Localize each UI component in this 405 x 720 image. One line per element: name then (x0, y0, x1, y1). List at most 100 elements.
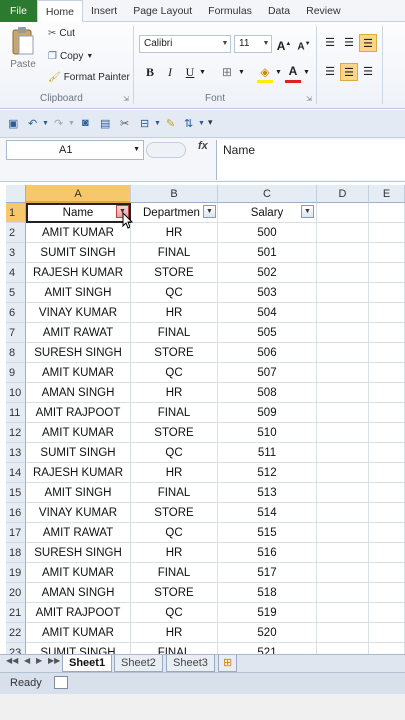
column-header-c[interactable]: C (218, 185, 317, 203)
salary-cell[interactable]: 507 (218, 363, 317, 383)
tab-insert[interactable]: Insert (83, 0, 125, 22)
paste-special-dropdown-icon[interactable]: ▼ (154, 120, 161, 127)
department-cell[interactable]: STORE (131, 263, 218, 283)
font-name-combo[interactable]: Calibri ▼ (139, 35, 231, 53)
name-cell[interactable]: SUMIT SINGH (26, 443, 131, 463)
cell[interactable] (369, 363, 405, 383)
cell[interactable] (369, 623, 405, 643)
cell[interactable] (317, 203, 369, 223)
salary-cell[interactable]: 517 (218, 563, 317, 583)
filter-dropdown-salary[interactable]: ▼ (301, 205, 314, 218)
cell[interactable] (317, 503, 369, 523)
salary-cell[interactable]: 501 (218, 243, 317, 263)
row-header[interactable]: 12 (6, 423, 26, 443)
tab-file[interactable]: File (0, 0, 37, 22)
department-cell[interactable]: FINAL (131, 323, 218, 343)
redo-icon[interactable]: ↷ (54, 117, 63, 130)
name-cell[interactable]: RAJESH KUMAR (26, 263, 131, 283)
row-header[interactable]: 8 (6, 343, 26, 363)
name-cell[interactable]: VINAY KUMAR (26, 503, 131, 523)
salary-cell[interactable]: 511 (218, 443, 317, 463)
align-bottom-button[interactable]: ☰ (359, 34, 377, 52)
cell[interactable] (317, 623, 369, 643)
name-cell[interactable]: AMIT RAJPOOT (26, 603, 131, 623)
department-cell[interactable]: QC (131, 603, 218, 623)
cell[interactable] (369, 563, 405, 583)
name-cell[interactable]: AMIT SINGH (26, 483, 131, 503)
department-cell[interactable]: HR (131, 383, 218, 403)
sheet-tab-sheet2[interactable]: Sheet2 (114, 655, 163, 672)
salary-cell[interactable]: 515 (218, 523, 317, 543)
cell[interactable] (317, 283, 369, 303)
cut-button[interactable]: ✂ Cut (48, 28, 75, 39)
underline-dropdown-icon[interactable]: ▼ (199, 69, 206, 76)
cell[interactable] (369, 523, 405, 543)
font-color-dropdown-icon[interactable]: ▼ (303, 69, 310, 76)
align-middle-button[interactable]: ☰ (340, 34, 358, 52)
department-cell[interactable]: HR (131, 223, 218, 243)
row-header[interactable]: 20 (6, 583, 26, 603)
name-cell[interactable]: AMIT KUMAR (26, 423, 131, 443)
paste-special-icon[interactable]: ⊟ (140, 117, 149, 130)
row-header[interactable]: 9 (6, 363, 26, 383)
name-cell[interactable]: AMIT RAWAT (26, 323, 131, 343)
cell[interactable] (317, 423, 369, 443)
cell[interactable] (317, 483, 369, 503)
camera-icon[interactable]: ◙ (82, 117, 89, 129)
grow-font-button[interactable]: A▲ (275, 35, 293, 53)
cell[interactable] (317, 543, 369, 563)
last-sheet-icon[interactable]: ▶▶ (48, 656, 60, 665)
name-cell[interactable]: VINAY KUMAR (26, 303, 131, 323)
cell[interactable] (369, 443, 405, 463)
cell[interactable] (369, 583, 405, 603)
name-box[interactable]: A1 ▼ (6, 140, 144, 160)
sheet-tab-sheet3[interactable]: Sheet3 (166, 655, 215, 672)
align-top-button[interactable]: ☰ (321, 34, 339, 52)
undo-dropdown-icon[interactable]: ▼ (42, 120, 49, 127)
formula-input[interactable]: Name (216, 140, 405, 180)
formula-bar-resize-handle[interactable] (146, 142, 186, 158)
department-cell[interactable]: FINAL (131, 243, 218, 263)
cell[interactable] (317, 223, 369, 243)
column-header-a[interactable]: A (26, 185, 131, 203)
cell[interactable] (369, 203, 405, 223)
department-cell[interactable]: STORE (131, 343, 218, 363)
row-header[interactable]: 10 (6, 383, 26, 403)
shrink-font-button[interactable]: A▼ (295, 35, 313, 53)
macro-record-icon[interactable] (54, 676, 68, 689)
paste-button[interactable]: Paste (10, 26, 36, 70)
sort-filter-icon[interactable]: ⇅ (184, 117, 193, 130)
salary-cell[interactable]: 500 (218, 223, 317, 243)
department-cell[interactable]: QC (131, 363, 218, 383)
next-sheet-icon[interactable]: ▶ (36, 656, 42, 665)
cell[interactable] (317, 343, 369, 363)
department-cell[interactable]: FINAL (131, 563, 218, 583)
name-cell[interactable]: SUMIT SINGH (26, 243, 131, 263)
clipboard-launcher-icon[interactable]: ⇲ (123, 95, 129, 103)
department-cell[interactable]: HR (131, 303, 218, 323)
align-left-button[interactable]: ☰ (321, 63, 339, 81)
fill-color-button[interactable]: ◈ (256, 63, 274, 81)
copy-button[interactable]: ❐ Copy ▼ (48, 51, 93, 62)
sheet-tab-sheet1[interactable]: Sheet1 (62, 655, 113, 672)
column-header-b[interactable]: B (131, 185, 218, 203)
name-cell[interactable]: AMIT KUMAR (26, 363, 131, 383)
tab-home[interactable]: Home (36, 0, 83, 23)
department-cell[interactable]: STORE (131, 503, 218, 523)
salary-cell[interactable]: 516 (218, 543, 317, 563)
cell[interactable] (317, 583, 369, 603)
cell[interactable] (369, 303, 405, 323)
first-sheet-icon[interactable]: ◀◀ (6, 656, 18, 665)
tab-formulas[interactable]: Formulas (200, 0, 260, 22)
column-header-e[interactable]: E (369, 185, 405, 203)
row-header[interactable]: 6 (6, 303, 26, 323)
cell[interactable] (369, 503, 405, 523)
row-header[interactable]: 7 (6, 323, 26, 343)
salary-cell[interactable]: 508 (218, 383, 317, 403)
cell[interactable] (369, 463, 405, 483)
name-cell[interactable]: SURESH SINGH (26, 543, 131, 563)
salary-cell[interactable]: 505 (218, 323, 317, 343)
undo-icon[interactable]: ↶ (28, 117, 37, 130)
filter-dropdown-department[interactable]: ▼ (203, 205, 216, 218)
cell[interactable] (317, 243, 369, 263)
